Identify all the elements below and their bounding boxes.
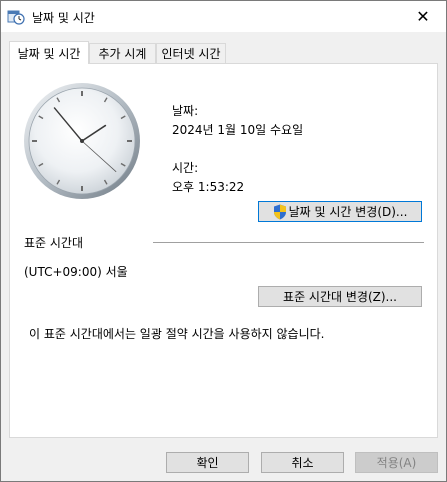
tab-label: 추가 시계 <box>98 47 147 61</box>
time-value: 오후 1:53:22 <box>172 180 245 194</box>
date-time-dialog: 날짜 및 시간 ✕ 날짜 및 시간 추가 시계 인터넷 시간 날짜: 2024년… <box>0 0 447 482</box>
title-bar: 날짜 및 시간 ✕ <box>1 1 446 32</box>
cancel-label: 취소 <box>291 456 314 470</box>
analog-clock <box>24 83 140 199</box>
change-timezone-label: 표준 시간대 변경(Z)... <box>283 290 397 304</box>
date-time-panel: 날짜: 2024년 1월 10일 수요일 시간: 오후 1:53:22 날짜 및… <box>9 63 438 438</box>
tab-additional-clocks[interactable]: 추가 시계 <box>89 43 156 63</box>
tab-date-time[interactable]: 날짜 및 시간 <box>9 41 89 64</box>
close-button[interactable]: ✕ <box>400 1 446 32</box>
uac-shield-icon <box>273 204 286 219</box>
dst-note: 이 표준 시간대에서는 일광 절약 시간을 사용하지 않습니다. <box>29 327 325 341</box>
time-label: 시간: <box>172 161 199 175</box>
ok-label: 확인 <box>196 456 219 470</box>
change-date-time-button[interactable]: 날짜 및 시간 변경(D)... <box>258 201 422 222</box>
cancel-button[interactable]: 취소 <box>261 452 344 473</box>
close-icon: ✕ <box>416 7 430 26</box>
clock-center-pin <box>80 139 84 143</box>
timezone-separator <box>153 242 424 243</box>
change-date-time-label: 날짜 및 시간 변경(D)... <box>288 205 408 219</box>
timezone-section-label: 표준 시간대 <box>24 236 84 250</box>
tab-internet-time[interactable]: 인터넷 시간 <box>156 43 226 63</box>
window-title: 날짜 및 시간 <box>32 11 95 25</box>
date-time-app-icon <box>7 10 25 25</box>
date-label: 날짜: <box>172 104 199 118</box>
ok-button[interactable]: 확인 <box>166 452 249 473</box>
apply-label: 적용(A) <box>376 456 417 470</box>
date-value: 2024년 1월 10일 수요일 <box>172 123 304 137</box>
apply-button[interactable]: 적용(A) <box>355 452 438 473</box>
tab-label: 날짜 및 시간 <box>17 46 81 61</box>
tab-label: 인터넷 시간 <box>161 47 221 61</box>
change-timezone-button[interactable]: 표준 시간대 변경(Z)... <box>258 286 422 307</box>
timezone-value: (UTC+09:00) 서울 <box>24 265 128 279</box>
